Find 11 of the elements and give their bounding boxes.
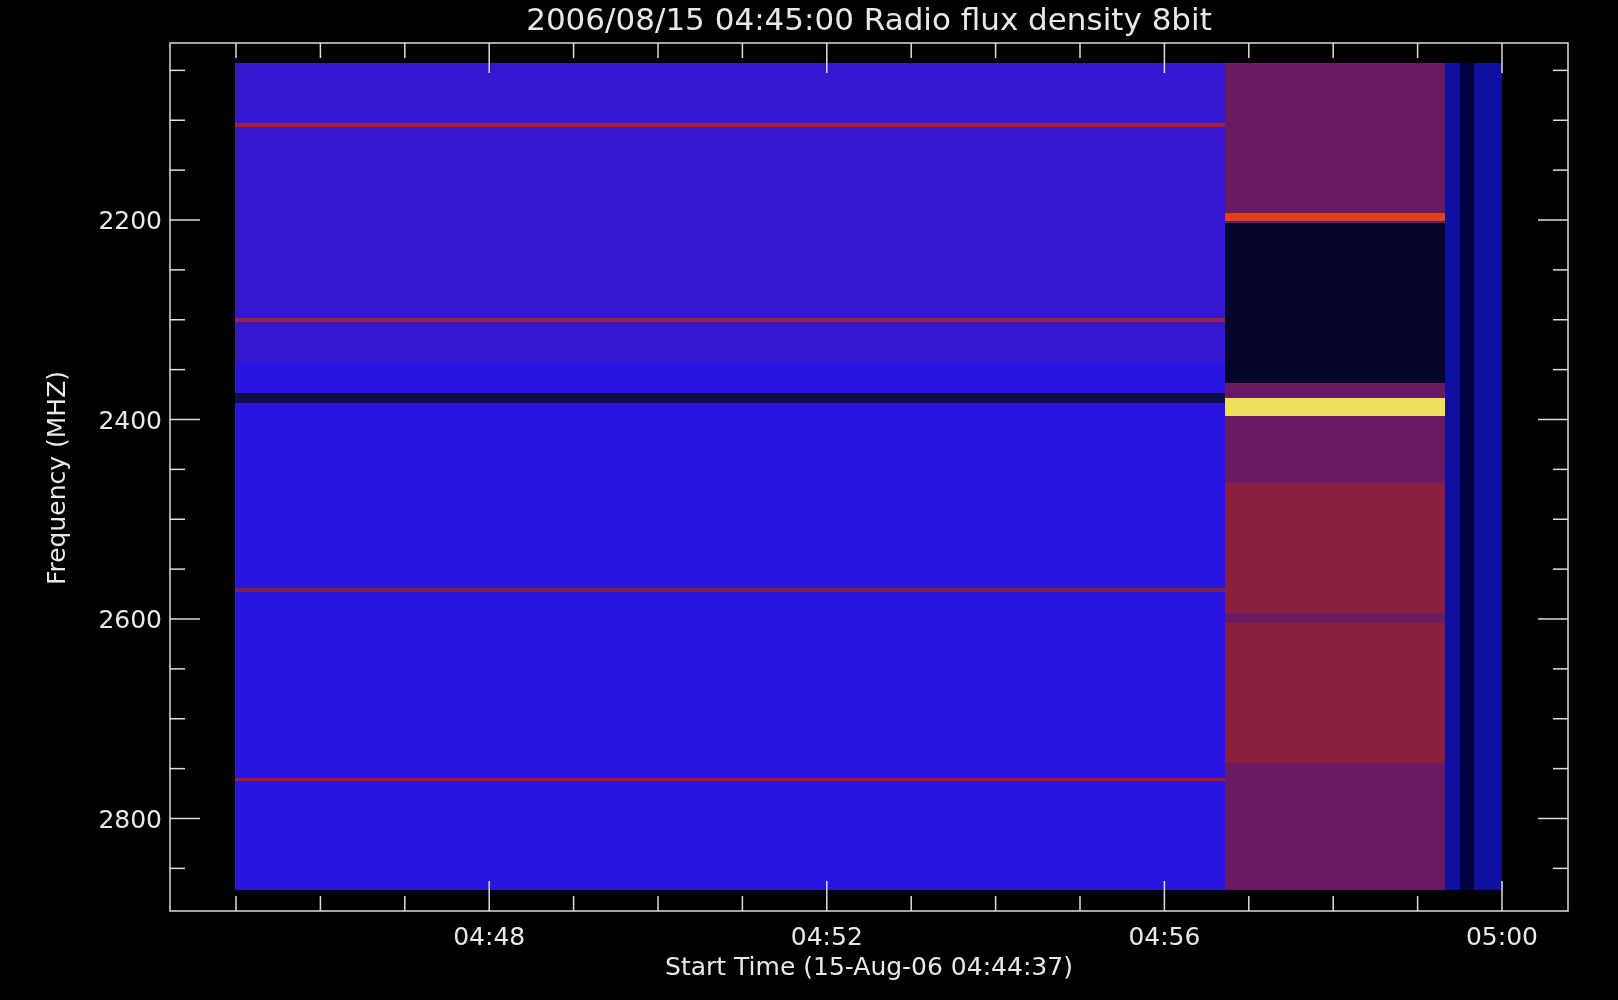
x-tick-label: 04:52 [790,922,863,951]
x-tick-label: 04:56 [1128,922,1201,951]
x-axis-label: Start Time (15-Aug-06 04:44:37) [665,952,1073,981]
x-tick-label: 05:00 [1466,922,1538,951]
y-tick-label: 2600 [98,605,162,634]
y-axis-label: Frequency (MHZ) [42,370,71,586]
y-tick-label: 2400 [98,405,162,435]
y-tick-label: 2800 [98,804,162,834]
y-tick-label: 2200 [98,206,162,235]
chart-title: 2006/08/15 04:45:00 Radio flux density 8bit [526,1,1212,37]
x-tick-label: 04:48 [453,922,526,951]
